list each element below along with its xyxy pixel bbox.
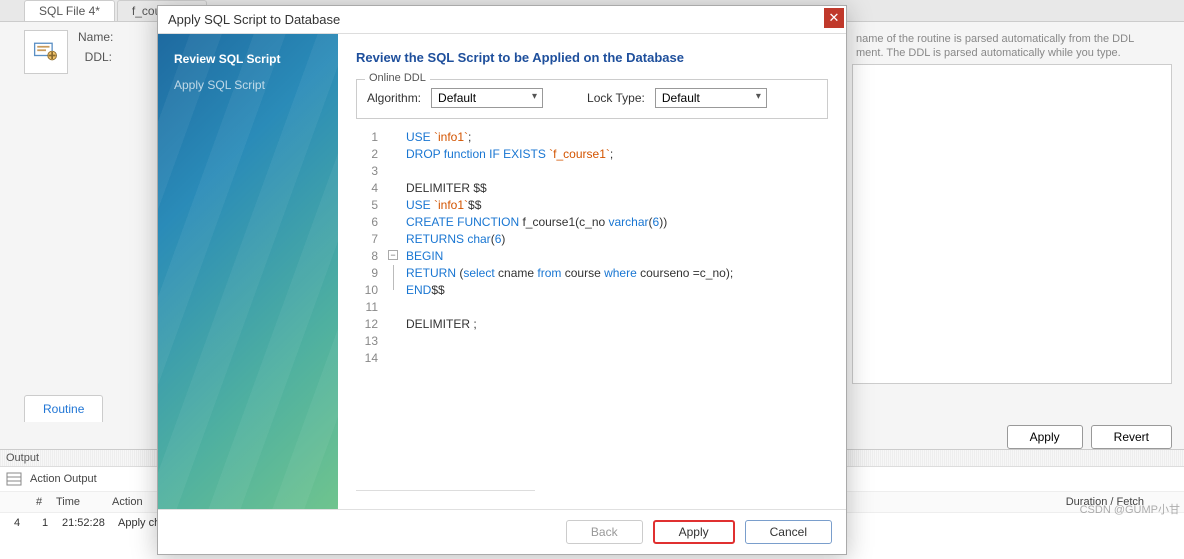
algorithm-select[interactable]: Default xyxy=(431,88,543,108)
sql-editor[interactable]: 1234567891011121314 USE `info1`; DROP fu… xyxy=(356,129,828,482)
name-label: Name: xyxy=(78,30,112,44)
line-gutter: 1234567891011121314 xyxy=(356,129,386,482)
wizard-sidebar: Review SQL Script Apply SQL Script xyxy=(158,34,338,509)
divider xyxy=(356,490,535,491)
apply-button-bg[interactable]: Apply xyxy=(1007,425,1083,449)
action-output-label[interactable]: Action Output xyxy=(22,473,105,485)
status-ok-icon xyxy=(22,515,34,531)
apply-sql-dialog: Apply SQL Script to Database ✕ Review SQ… xyxy=(157,5,847,555)
apply-button[interactable]: Apply xyxy=(653,520,735,544)
locktype-label: Lock Type: xyxy=(587,91,645,105)
algorithm-label: Algorithm: xyxy=(367,91,421,105)
routine-tab-bar: Routine xyxy=(24,395,103,422)
dialog-button-row: Back Apply Cancel xyxy=(158,509,846,554)
tab-sqlfile[interactable]: SQL File 4* xyxy=(24,0,115,21)
dialog-title: Apply SQL Script to Database ✕ xyxy=(158,6,846,34)
col-time: Time xyxy=(48,496,104,508)
watermark: CSDN @GUMP小甘 xyxy=(1080,501,1180,517)
row-time: 21:52:28 xyxy=(54,517,110,529)
close-icon: ✕ xyxy=(829,10,840,26)
dialog-title-text: Apply SQL Script to Database xyxy=(168,12,340,27)
fold-icon[interactable]: − xyxy=(388,250,398,260)
col-action: Action xyxy=(104,496,151,508)
ddl-label: DDL: xyxy=(78,50,112,64)
step-review[interactable]: Review SQL Script xyxy=(158,46,338,72)
online-ddl-legend: Online DDL xyxy=(365,72,430,84)
locktype-select[interactable]: Default xyxy=(655,88,767,108)
row-num: 1 xyxy=(34,517,54,529)
back-button[interactable]: Back xyxy=(566,520,643,544)
bg-action-buttons: Apply Revert xyxy=(1007,425,1172,449)
close-button[interactable]: ✕ xyxy=(824,8,844,28)
online-ddl-group: Online DDL Algorithm: Default Lock Type:… xyxy=(356,79,828,119)
col-num: # xyxy=(28,496,48,508)
output-list-icon xyxy=(6,471,22,487)
help-text2: ment. The DDL is parsed automatically wh… xyxy=(856,46,1176,60)
tab-routine[interactable]: Routine xyxy=(24,395,103,422)
dialog-main: Review the SQL Script to be Applied on t… xyxy=(338,34,846,509)
step-apply[interactable]: Apply SQL Script xyxy=(158,72,338,98)
ddl-editor-bg xyxy=(852,64,1172,384)
routine-icon xyxy=(24,30,68,74)
code-area[interactable]: USE `info1`; DROP function IF EXISTS `f_… xyxy=(386,129,828,482)
row-idx: 4 xyxy=(6,517,22,529)
main-heading: Review the SQL Script to be Applied on t… xyxy=(356,50,828,65)
help-text1: name of the routine is parsed automatica… xyxy=(856,32,1176,46)
revert-button[interactable]: Revert xyxy=(1091,425,1172,449)
cancel-button[interactable]: Cancel xyxy=(745,520,832,544)
